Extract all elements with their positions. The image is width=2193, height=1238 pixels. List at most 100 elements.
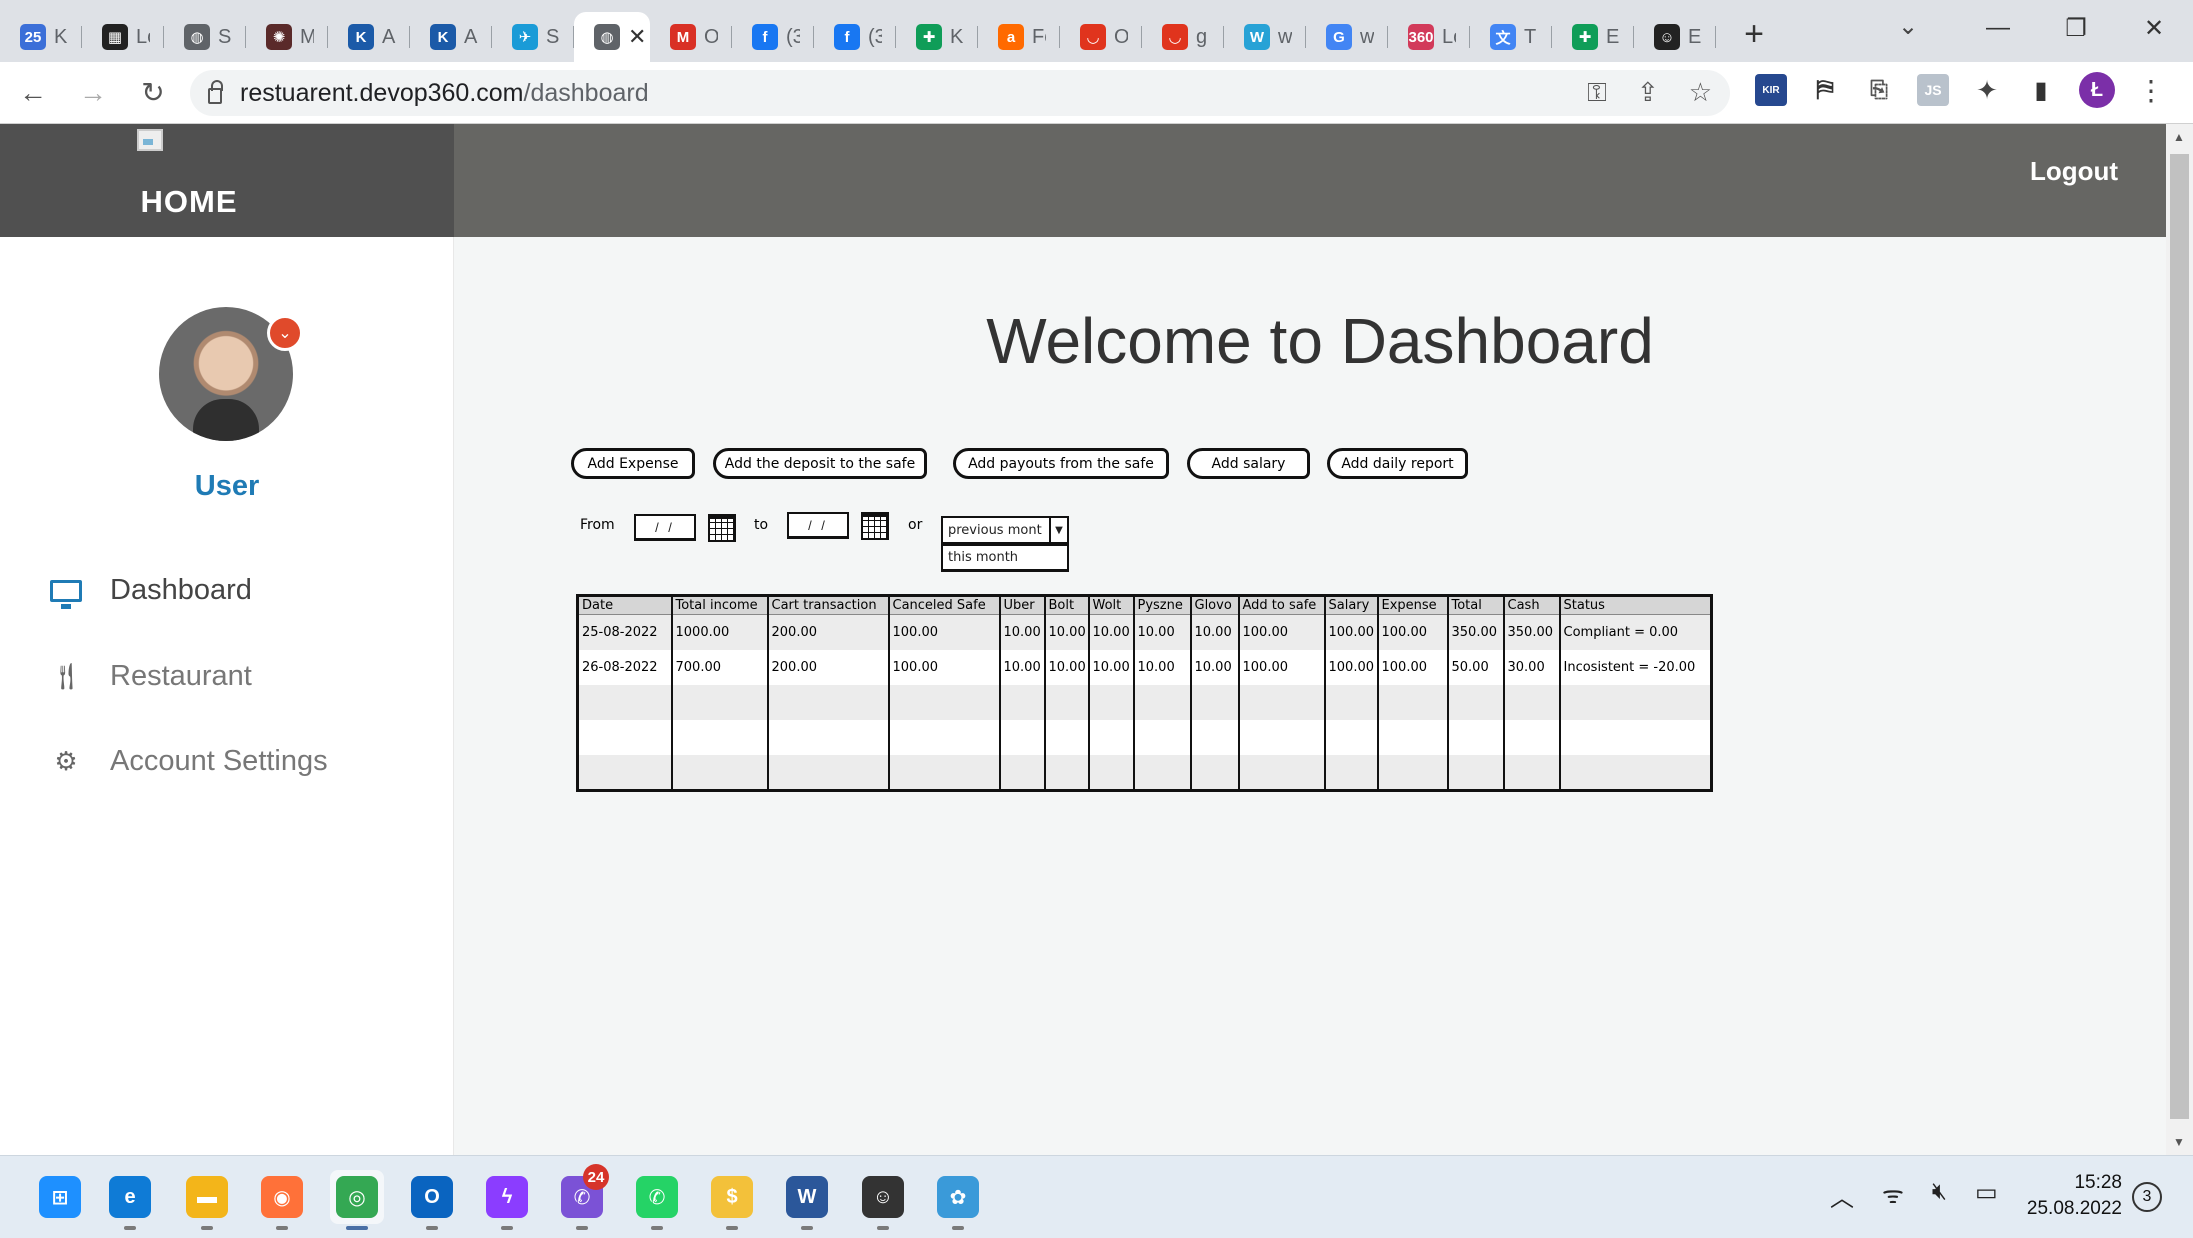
bookmark-star-icon[interactable]: ☆: [1689, 77, 1712, 109]
table-cell: [1132, 684, 1191, 721]
browser-tab[interactable]: ✈ Si: [492, 12, 574, 62]
extension-tag-icon[interactable]: ⛿: [1809, 74, 1841, 106]
browser-tab[interactable]: ◍ Si: [164, 12, 246, 62]
tab-favicon-icon: ◡: [1162, 24, 1188, 50]
sidebar-item-restaurant[interactable]: 🍴︎ Restaurant: [50, 660, 252, 693]
forward-icon[interactable]: →: [66, 77, 120, 109]
tab-title: g: [1196, 25, 1208, 48]
table-cell: 100.00: [1376, 614, 1448, 650]
chevron-down-icon[interactable]: ▼: [1049, 518, 1067, 542]
browser-tab[interactable]: 360 Lo: [1388, 12, 1470, 62]
browser-tab[interactable]: ◡ g: [1142, 12, 1224, 62]
table-cell: 1000.00: [670, 614, 768, 650]
browser-tab[interactable]: 文T: [1470, 12, 1552, 62]
add-payouts-button[interactable]: Add payouts from the safe: [953, 448, 1169, 479]
browser-toolbar: ← → ↻ restuarent.devop360.com/dashboard …: [0, 62, 2193, 124]
date-from-input[interactable]: / /: [634, 514, 696, 541]
date-to-input[interactable]: / /: [787, 512, 849, 539]
minimize-icon[interactable]: —: [1959, 14, 2037, 42]
table-cell: 100.00: [1237, 649, 1325, 685]
chevron-down-icon[interactable]: ⌄: [267, 315, 303, 351]
scroll-thumb[interactable]: [2170, 154, 2189, 1119]
browser-tab[interactable]: KA: [328, 12, 410, 62]
browser-tab[interactable]: ▦ Lo: [82, 12, 164, 62]
sidebar-item-dashboard[interactable]: Dashboard: [50, 574, 252, 609]
taskbar-app[interactable]: ϟ: [480, 1170, 534, 1230]
extension-screen-icon[interactable]: ⎘: [1863, 74, 1895, 106]
browser-tab[interactable]: ✚ E: [1552, 12, 1634, 62]
battery-icon[interactable]: ▭: [1975, 1178, 1998, 1213]
taskbar-app[interactable]: ◎: [330, 1170, 384, 1230]
running-indicator: [426, 1226, 438, 1230]
taskbar-app[interactable]: e: [103, 1170, 157, 1230]
close-window-icon[interactable]: ✕: [2115, 14, 2193, 43]
browser-tab[interactable]: MO: [650, 12, 732, 62]
browser-tab[interactable]: f (3: [814, 12, 896, 62]
browser-tab[interactable]: KA: [410, 12, 492, 62]
logout-link[interactable]: Logout: [2030, 156, 2118, 187]
browser-tab[interactable]: ✚ K: [896, 12, 978, 62]
chevron-up-icon[interactable]: ︿: [1830, 1178, 1854, 1213]
add-deposit-button[interactable]: Add the deposit to the safe: [713, 448, 927, 479]
back-icon[interactable]: ←: [6, 77, 60, 109]
tab-search-icon[interactable]: ⌄: [1898, 12, 1918, 41]
add-daily-report-button[interactable]: Add daily report: [1327, 448, 1468, 479]
reload-icon[interactable]: ↻: [126, 76, 180, 109]
close-tab-icon[interactable]: ✕: [628, 24, 646, 50]
table-cell: [1043, 684, 1089, 721]
scroll-down-icon[interactable]: ▼: [2173, 1135, 2185, 1149]
table-cell: [1237, 720, 1325, 756]
key-icon[interactable]: ⚿: [1587, 77, 1607, 109]
wifi-icon[interactable]: ᯤ: [1882, 1178, 1904, 1213]
page-scrollbar[interactable]: ▲ ▼: [2166, 124, 2193, 1155]
add-expense-button[interactable]: Add Expense: [571, 448, 695, 479]
browser-tab[interactable]: 25 K: [0, 12, 82, 62]
browser-tab[interactable]: ☺ E: [1634, 12, 1716, 62]
table-cell: [576, 720, 672, 756]
new-tab-button[interactable]: +: [1724, 15, 1784, 54]
period-option-this-month[interactable]: this month: [941, 544, 1069, 572]
taskbar-app[interactable]: W: [780, 1170, 834, 1230]
calendar-from-icon[interactable]: [708, 514, 736, 542]
notification-count-badge[interactable]: 3: [2132, 1182, 2162, 1212]
browser-tab[interactable]: ◡ O: [1060, 12, 1142, 62]
table-cell: [1189, 720, 1239, 756]
extensions-puzzle-icon[interactable]: ✦: [1971, 74, 2003, 106]
scroll-up-icon[interactable]: ▲: [2173, 130, 2185, 144]
extension-kir-icon[interactable]: KIR: [1755, 74, 1787, 106]
add-salary-button[interactable]: Add salary: [1187, 448, 1310, 479]
taskbar-app[interactable]: $: [705, 1170, 759, 1230]
restore-icon[interactable]: ❐: [2037, 14, 2115, 43]
taskbar-app[interactable]: ✿: [931, 1170, 985, 1230]
side-panel-icon[interactable]: ▮: [2025, 74, 2057, 106]
sidebar-item-account-settings[interactable]: ⚙ Account Settings: [50, 745, 327, 778]
table-cell: [576, 684, 672, 721]
share-icon[interactable]: ⇪: [1637, 77, 1659, 109]
clock-time: 15:28: [2074, 1172, 2122, 1193]
browser-tab[interactable]: Ww: [1224, 12, 1306, 62]
taskbar-app[interactable]: ✆ 24: [555, 1164, 609, 1230]
lock-icon[interactable]: [208, 80, 223, 104]
taskbar-app[interactable]: ◉: [255, 1170, 309, 1230]
system-clock[interactable]: 15:28 25.08.2022: [2020, 1170, 2122, 1222]
taskbar-app[interactable]: ☺: [856, 1170, 910, 1230]
browser-tab[interactable]: Gw: [1306, 12, 1388, 62]
extension-js-icon[interactable]: JS: [1917, 74, 1949, 106]
address-bar[interactable]: restuarent.devop360.com/dashboard ⚿ ⇪ ☆: [190, 70, 1730, 116]
calendar-to-icon[interactable]: [861, 512, 889, 540]
browser-tab[interactable]: ✺ M: [246, 12, 328, 62]
taskbar-app[interactable]: ✆: [630, 1170, 684, 1230]
taskbar-app[interactable]: ▬: [180, 1170, 234, 1230]
taskbar-app[interactable]: O: [405, 1170, 459, 1230]
browser-tab[interactable]: a Fo: [978, 12, 1060, 62]
tab-title: K: [950, 25, 964, 48]
volume-muted-icon[interactable]: 🔇︎: [1932, 1178, 1947, 1213]
browser-tab[interactable]: f (3: [732, 12, 814, 62]
profile-avatar[interactable]: Ł: [2079, 72, 2115, 108]
browser-tab[interactable]: ◍ ✕: [574, 12, 650, 62]
home-title[interactable]: HOME: [0, 184, 378, 220]
browser-menu-icon[interactable]: ⋮: [2137, 74, 2165, 107]
taskbar-app[interactable]: ⊞: [33, 1170, 87, 1224]
period-select[interactable]: previous mont ▼: [941, 516, 1069, 544]
tab-title: T: [1524, 25, 1537, 48]
